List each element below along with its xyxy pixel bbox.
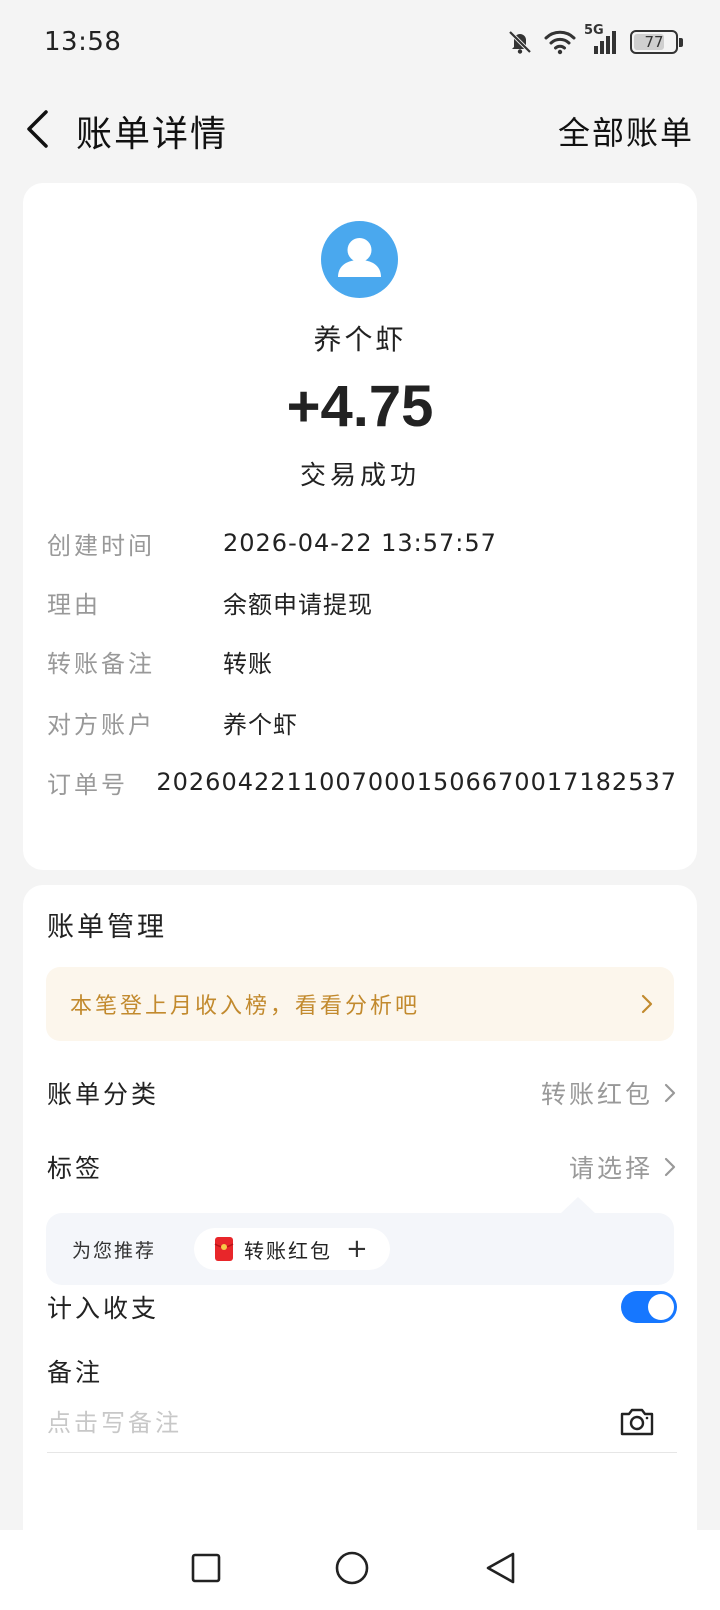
recommend-pointer [560, 1197, 596, 1214]
transaction-status: 交易成功 [299, 461, 420, 491]
add-tag-button[interactable]: + [346, 1236, 368, 1262]
back-nav-button[interactable] [480, 1548, 520, 1588]
row-label: 账单分类 [47, 1080, 160, 1109]
chevron-left-icon [27, 110, 48, 148]
detail-label: 对方账户 [47, 710, 155, 739]
chevron-right-icon [664, 1157, 676, 1177]
camera-button[interactable] [617, 1402, 657, 1442]
chip-text: 转账红包 [244, 1238, 332, 1263]
nav-bar: 账单详情 全部账单 [0, 84, 720, 178]
recommend-box: 为您推荐 转账红包 + [46, 1213, 674, 1285]
battery-level-text: 77 [644, 33, 664, 51]
detail-row-reason: 理由 余额申请提现 [47, 582, 677, 622]
toggle-knob [648, 1294, 674, 1320]
square-icon [191, 1553, 221, 1583]
detail-row-transfer-note: 转账备注 转账 [47, 641, 677, 681]
signal-icon: 5G [584, 23, 620, 55]
tags-row[interactable]: 标签 请选择 [47, 1142, 677, 1192]
all-bills-button[interactable]: 全部账单 [558, 108, 694, 154]
detail-value: 余额申请提现 [223, 590, 373, 619]
income-rank-banner[interactable]: 本笔登上月收入榜，看看分析吧 [46, 967, 674, 1041]
camera-icon [620, 1408, 654, 1436]
section-title: 账单管理 [47, 912, 167, 943]
banner-text: 本笔登上月收入榜，看看分析吧 [70, 994, 421, 1019]
detail-row-created-time: 创建时间 2026-04-22 13:57:57 [47, 523, 677, 563]
row-label: 标签 [47, 1154, 104, 1183]
status-bar: 13:58 5G 77 [0, 0, 720, 84]
tags-value: 请选择 [568, 1154, 653, 1183]
battery-icon: 77 [630, 30, 683, 54]
user-icon [338, 238, 381, 277]
detail-value: 转账 [223, 649, 273, 678]
chevron-right-icon [664, 1083, 676, 1103]
row-value: 转账红包 [541, 1075, 677, 1111]
triangle-back-icon [486, 1552, 515, 1584]
bill-category-row[interactable]: 账单分类 转账红包 [47, 1068, 677, 1118]
mute-bell-icon [506, 28, 534, 56]
detail-row-counterparty: 对方账户 养个虾 [47, 702, 677, 742]
bill-management-card: 账单管理 本笔登上月收入榜，看看分析吧 账单分类 转账红包 标签 请选择 为您推… [23, 885, 697, 1610]
avatar[interactable] [321, 221, 398, 298]
circle-icon [335, 1551, 369, 1585]
count-in-balance-row: 计入收支 [47, 1282, 677, 1332]
recommend-tag-chip[interactable]: 转账红包 + [194, 1228, 390, 1270]
detail-value: 2026-04-22 13:57:57 [223, 529, 497, 557]
detail-label: 转账备注 [47, 649, 155, 678]
detail-row-order-number: 订单号 20260422110070001506670017182537 [47, 762, 677, 802]
page-title: 账单详情 [76, 114, 229, 155]
back-button[interactable] [24, 109, 50, 153]
note-label: 备注 [47, 1358, 104, 1387]
detail-value[interactable]: 20260422110070001506670017182537 [156, 768, 677, 796]
network-type: 5G [584, 23, 604, 38]
row-label: 计入收支 [47, 1294, 160, 1323]
detail-label: 订单号 [47, 770, 128, 799]
amount: +4.75 [286, 374, 434, 439]
system-nav-bar [0, 1530, 720, 1610]
detail-label: 创建时间 [47, 531, 155, 560]
note-input[interactable] [47, 1393, 677, 1453]
home-button[interactable] [332, 1548, 372, 1588]
detail-value: 养个虾 [223, 710, 298, 739]
payee-name: 养个虾 [313, 323, 407, 356]
nav-left: 账单详情 [24, 105, 228, 157]
detail-label: 理由 [47, 590, 101, 619]
count-in-balance-toggle[interactable] [621, 1291, 677, 1323]
status-time: 13:58 [44, 27, 122, 57]
status-icons: 5G 77 [506, 23, 683, 56]
category-value: 转账红包 [540, 1080, 653, 1109]
wifi-icon [544, 29, 576, 55]
recent-apps-button[interactable] [186, 1548, 226, 1588]
transaction-card: 养个虾 +4.75 交易成功 创建时间 2026-04-22 13:57:57 … [23, 183, 697, 870]
recommend-label: 为您推荐 [72, 1239, 157, 1262]
chevron-right-icon [641, 994, 653, 1014]
red-packet-icon [214, 1237, 234, 1261]
row-value: 请选择 [569, 1149, 677, 1185]
